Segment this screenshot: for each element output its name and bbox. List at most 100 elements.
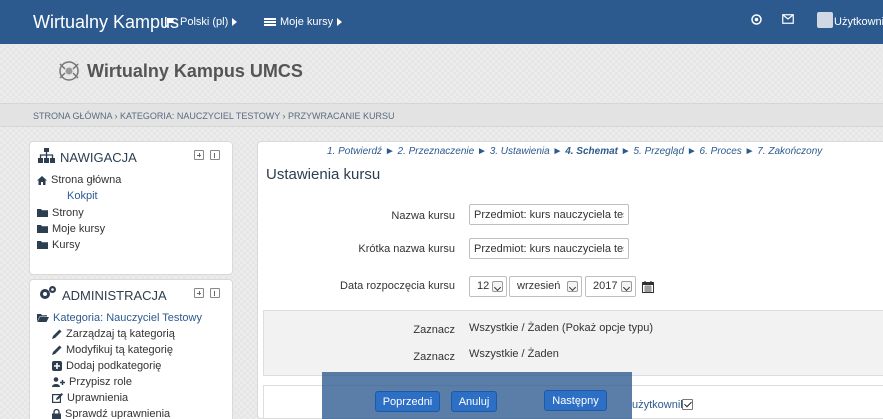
pencil-icon: [52, 345, 62, 355]
admin-item-label: Sprawdź uprawnienia: [65, 408, 171, 419]
lock-icon: [52, 409, 61, 419]
step-separator: ►: [552, 146, 563, 157]
sitemap-icon: [38, 148, 55, 163]
step-separator: ►: [384, 146, 395, 157]
site-title[interactable]: Wirtualny Kampus UMCS: [87, 61, 303, 82]
nav-item-label: Strona główna: [51, 174, 122, 186]
chevron-down-icon: [621, 281, 632, 292]
select-value: 12: [477, 280, 490, 292]
admin-item-edit-category[interactable]: Modyfikuj tą kategorię: [52, 344, 173, 356]
calendar-icon[interactable]: [642, 281, 654, 293]
step-separator: ►: [620, 146, 631, 157]
next-button[interactable]: Następny: [544, 390, 607, 411]
nav-item-my-courses[interactable]: Moje kursy: [37, 223, 105, 235]
wizard-step: 2. Przeznaczenie: [397, 146, 475, 157]
admin-item-label: Kategoria: Nauczyciel Testowy: [53, 312, 202, 324]
admin-item-category[interactable]: Kategoria: Nauczyciel Testowy: [37, 312, 202, 324]
course-name-input[interactable]: [469, 204, 629, 225]
step-separator: ►: [686, 146, 697, 157]
folder-icon: [37, 209, 48, 217]
folder-open-icon: [37, 314, 49, 322]
admin-item-label: Przypisz role: [69, 376, 132, 388]
start-year-select[interactable]: 2017: [585, 276, 636, 297]
language-menu[interactable]: Polski (pl): [165, 16, 238, 28]
brand-link[interactable]: Wirtualny Kampus: [33, 12, 179, 33]
wizard-step: 7. Zakończony: [757, 146, 823, 157]
previous-button[interactable]: Poprzedni: [375, 391, 440, 412]
folder-icon: [37, 241, 48, 249]
hide-block-icon[interactable]: [210, 150, 220, 160]
chevron-down-icon: [492, 281, 503, 292]
wizard-step: 1. Potwierdź: [327, 146, 383, 157]
administration-title: ADMINISTRACJA: [62, 288, 167, 303]
nav-item-label: Moje kursy: [52, 223, 106, 235]
language-label: Polski (pl): [180, 16, 229, 28]
start-month-select[interactable]: wrzesień: [509, 276, 582, 297]
nav-item-dashboard[interactable]: Kokpit: [67, 190, 98, 202]
folder-icon: [37, 225, 48, 233]
avatar[interactable]: [817, 12, 833, 28]
select-value: wrzesień: [517, 280, 561, 292]
hide-block-icon[interactable]: [210, 288, 220, 298]
nav-item-label: Kokpit: [67, 190, 98, 202]
flag-icon: [165, 17, 175, 27]
admin-item-check-permissions[interactable]: Sprawdź uprawnienia: [52, 408, 170, 419]
messages-icon[interactable]: [782, 14, 794, 24]
admin-item-add-subcategory[interactable]: Dodaj podkategorię: [52, 360, 161, 372]
breadcrumb-bar: STRONA GŁÓWNA › KATEGORIA: NAUCZYCIEL TE…: [0, 103, 883, 127]
select-all-types-link[interactable]: Wszystkie / Żaden (Pokaż opcje typu): [469, 322, 653, 334]
nav-item-label: Kursy: [52, 239, 81, 251]
nav-item-courses[interactable]: Kursy: [37, 239, 80, 251]
admin-item-label: Uprawnienia: [67, 392, 129, 404]
course-name-label: Nazwa kursu: [391, 210, 455, 222]
my-courses-menu[interactable]: Moje kursy: [264, 16, 343, 28]
step-separator: ►: [744, 146, 755, 157]
user-menu[interactable]: Użytkownik: [834, 16, 883, 28]
caret-right-icon: [232, 18, 238, 26]
my-courses-label: Moje kursy: [280, 16, 334, 28]
select-all-label: Zaznacz: [413, 324, 455, 336]
navigation-title: NAWIGACJA: [60, 150, 137, 165]
breadcrumb[interactable]: STRONA GŁÓWNA › KATEGORIA: NAUCZYCIEL TE…: [33, 111, 395, 121]
select-all-label-2: Zaznacz: [413, 351, 455, 363]
dock-block-icon[interactable]: [194, 150, 204, 160]
caret-right-icon: [337, 18, 343, 26]
cancel-button[interactable]: Anuluj: [451, 391, 497, 412]
short-name-input[interactable]: [469, 238, 629, 259]
wizard-step: 6. Proces: [699, 146, 742, 157]
cogs-icon: [40, 286, 56, 299]
edit-icon: [52, 393, 63, 403]
plus-square-icon: [52, 361, 62, 371]
short-name-label: Krótka nazwa kursu: [358, 243, 455, 255]
step-separator: ►: [477, 146, 487, 157]
admin-item-permissions[interactable]: Uprawnienia: [52, 392, 128, 404]
nav-item-home[interactable]: Strona główna: [37, 174, 121, 186]
umcs-logo-icon: [59, 61, 79, 81]
chevron-down-icon: [567, 281, 578, 292]
include-users-checkbox[interactable]: [682, 399, 693, 410]
home-icon: [37, 175, 47, 185]
nav-item-sites[interactable]: Strony: [37, 207, 84, 219]
pencil-icon: [52, 329, 62, 339]
start-date-label: Data rozpoczęcia kursu: [340, 280, 455, 292]
select-all-link[interactable]: Wszystkie / Żaden: [469, 348, 559, 360]
select-value: 2017: [593, 280, 618, 292]
top-navbar: Wirtualny Kampus Polski (pl) Moje kursy …: [0, 0, 883, 44]
selection-section: [263, 310, 883, 376]
wizard-step: 3. Ustawienia: [489, 146, 550, 157]
admin-item-label: Modyfikuj tą kategorię: [66, 344, 173, 356]
admin-item-assign-roles[interactable]: Przypisz role: [52, 376, 132, 388]
notifications-icon[interactable]: [751, 14, 762, 25]
wizard-step: 5. Przegląd: [633, 146, 685, 157]
nav-item-label: Strony: [52, 207, 84, 219]
user-plus-icon: [52, 377, 65, 387]
book-icon: [264, 18, 276, 26]
admin-item-label: Zarządzaj tą kategorią: [66, 328, 175, 340]
wizard-step-current: 4. Schemat: [565, 146, 618, 157]
dock-block-icon[interactable]: [194, 288, 204, 298]
start-day-select[interactable]: 12: [469, 276, 507, 297]
page-title: Ustawienia kursu: [266, 166, 381, 183]
admin-item-label: Dodaj podkategorię: [66, 360, 162, 372]
wizard-steps: 1. Potwierdź ► 2. Przeznaczenie ► 3. Ust…: [327, 146, 822, 157]
admin-item-manage-category[interactable]: Zarządzaj tą kategorią: [52, 328, 175, 340]
